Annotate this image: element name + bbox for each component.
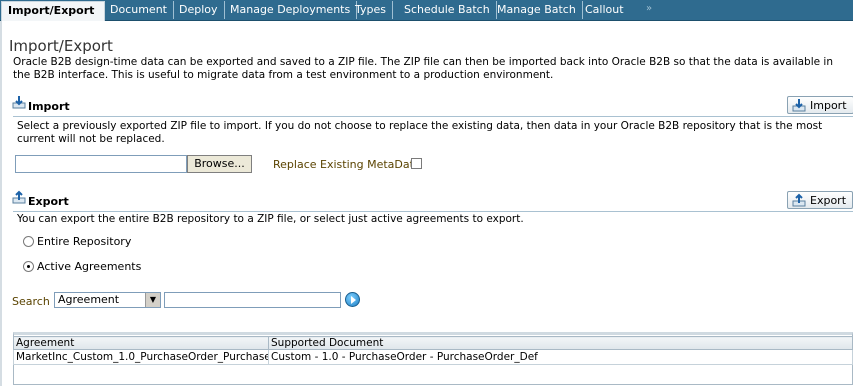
tab-import-export[interactable]: Import/Export <box>1 1 105 21</box>
import-button[interactable]: Import <box>787 96 853 114</box>
import-section-title: Import <box>28 100 70 113</box>
import-description: Select a previously exported ZIP file to… <box>17 120 823 145</box>
tab-schedule-batch[interactable]: Schedule Batch <box>398 1 497 19</box>
tab-bar: Import/Export Document Deploy Manage Dep… <box>0 0 853 21</box>
export-description: You can export the entire B2B repository… <box>17 213 524 225</box>
search-input[interactable] <box>164 292 341 308</box>
page-description: Oracle B2B design-time data can be expor… <box>13 56 834 81</box>
import-section-header: Import <box>12 96 853 117</box>
tab-document[interactable]: Document <box>104 1 174 19</box>
import-file-field[interactable] <box>15 155 187 173</box>
chevron-down-icon: ▼ <box>145 293 160 307</box>
export-section-header: Export <box>12 190 853 212</box>
export-arrow-icon <box>12 190 26 204</box>
export-button-label: Export <box>810 194 847 207</box>
tab-deploy[interactable]: Deploy <box>173 1 225 19</box>
search-type-value: Agreement <box>58 293 120 306</box>
more-tabs-icon[interactable]: » <box>646 3 652 14</box>
column-header-supported-document[interactable]: Supported Document <box>268 336 853 350</box>
tab-types[interactable]: Types <box>349 1 393 19</box>
column-header-agreement[interactable]: Agreement <box>13 336 269 350</box>
tab-callout[interactable]: Callout <box>579 1 630 19</box>
cell-supported-document: Custom - 1.0 - PurchaseOrder - PurchaseO… <box>268 349 853 365</box>
cell-agreement: MarketInc_Custom_1.0_PurchaseOrder_Purch… <box>13 349 269 365</box>
browse-button[interactable]: Browse... <box>187 155 252 173</box>
import-arrow-icon <box>792 99 806 112</box>
agreements-table: Agreement Supported Document MarketInc_C… <box>13 336 853 365</box>
tab-manage-batch[interactable]: Manage Batch <box>491 1 583 19</box>
tab-manage-deployments[interactable]: Manage Deployments <box>224 1 358 19</box>
export-section-title: Export <box>28 195 69 208</box>
replace-metadata-checkbox[interactable] <box>411 158 422 169</box>
search-label: Search <box>12 295 50 308</box>
export-arrow-icon <box>792 193 806 207</box>
go-arrow-icon[interactable] <box>345 292 360 307</box>
radio-active-agreements-label: Active Agreements <box>37 260 142 273</box>
search-type-select[interactable]: Agreement ▼ <box>54 292 161 308</box>
radio-entire-repository[interactable] <box>23 236 34 247</box>
replace-metadata-label: Replace Existing MetaData <box>273 158 421 171</box>
radio-entire-repository-label: Entire Repository <box>37 235 132 248</box>
table-header-row: Agreement Supported Document <box>13 336 853 350</box>
import-button-label: Import <box>810 99 847 112</box>
main-content: Import/Export Oracle B2B design-time dat… <box>0 21 853 386</box>
radio-active-agreements[interactable] <box>23 261 34 272</box>
import-arrow-icon <box>12 96 26 109</box>
export-button[interactable]: Export <box>787 191 853 209</box>
table-row[interactable]: MarketInc_Custom_1.0_PurchaseOrder_Purch… <box>13 349 853 365</box>
page-title: Import/Export <box>9 37 113 55</box>
